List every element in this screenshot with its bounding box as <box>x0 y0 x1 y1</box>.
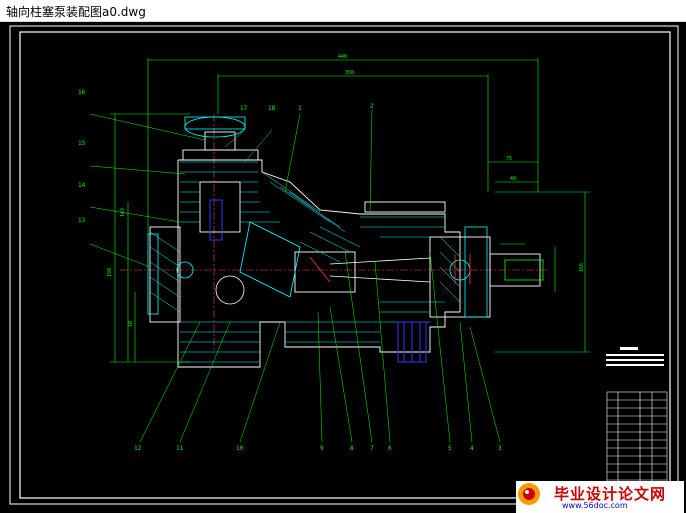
section-hatching <box>149 161 461 363</box>
part-label-6: 6 <box>388 445 392 452</box>
dim-40: 40 <box>510 176 516 182</box>
assembly-drawing: 440 350 75 40 143 198 18 166 16 17 18 1 … <box>9 25 679 505</box>
window-titlebar: 轴向柱塞泵装配图a0.dwg <box>0 0 686 22</box>
part-label-4: 4 <box>470 445 474 452</box>
part-label-15: 15 <box>78 140 86 147</box>
part-label-1: 1 <box>298 105 302 112</box>
dim-198: 198 <box>107 268 113 277</box>
dim-166: 166 <box>579 263 585 272</box>
watermark-url: www.56doc.com <box>562 501 628 510</box>
dim-440: 440 <box>338 54 347 60</box>
part-label-3: 3 <box>498 445 502 452</box>
part-label-10: 10 <box>236 445 244 452</box>
part-label-8: 8 <box>350 445 354 452</box>
part-label-13: 13 <box>78 217 86 224</box>
inner-frame <box>19 31 671 499</box>
watermark-banner: 毕业设计论文网 www.56doc.com <box>516 481 684 513</box>
part-label-5: 5 <box>448 445 452 452</box>
blue-parts <box>209 199 427 363</box>
dim-350: 350 <box>345 70 354 76</box>
drive-shaft <box>215 257 544 305</box>
dim-75: 75 <box>506 156 512 162</box>
part-label-17: 17 <box>240 105 248 112</box>
part-label-7: 7 <box>370 445 374 452</box>
technical-requirements-block <box>606 347 664 366</box>
part-label-2: 2 <box>370 103 374 110</box>
part-label-9: 9 <box>320 445 324 452</box>
part-label-12: 12 <box>134 445 142 452</box>
part-label-11: 11 <box>176 445 184 452</box>
cad-drawing-canvas[interactable]: 440 350 75 40 143 198 18 166 16 17 18 1 … <box>0 22 686 513</box>
part-label-14: 14 <box>78 182 86 189</box>
part-label-16: 16 <box>78 89 86 96</box>
dim-18: 18 <box>128 321 134 327</box>
window-title: 轴向柱塞泵装配图a0.dwg <box>6 5 146 19</box>
outer-frame <box>9 25 679 505</box>
watermark-logo-icon <box>518 483 540 505</box>
dimension-lines <box>110 58 590 363</box>
part-label-18: 18 <box>268 105 276 112</box>
